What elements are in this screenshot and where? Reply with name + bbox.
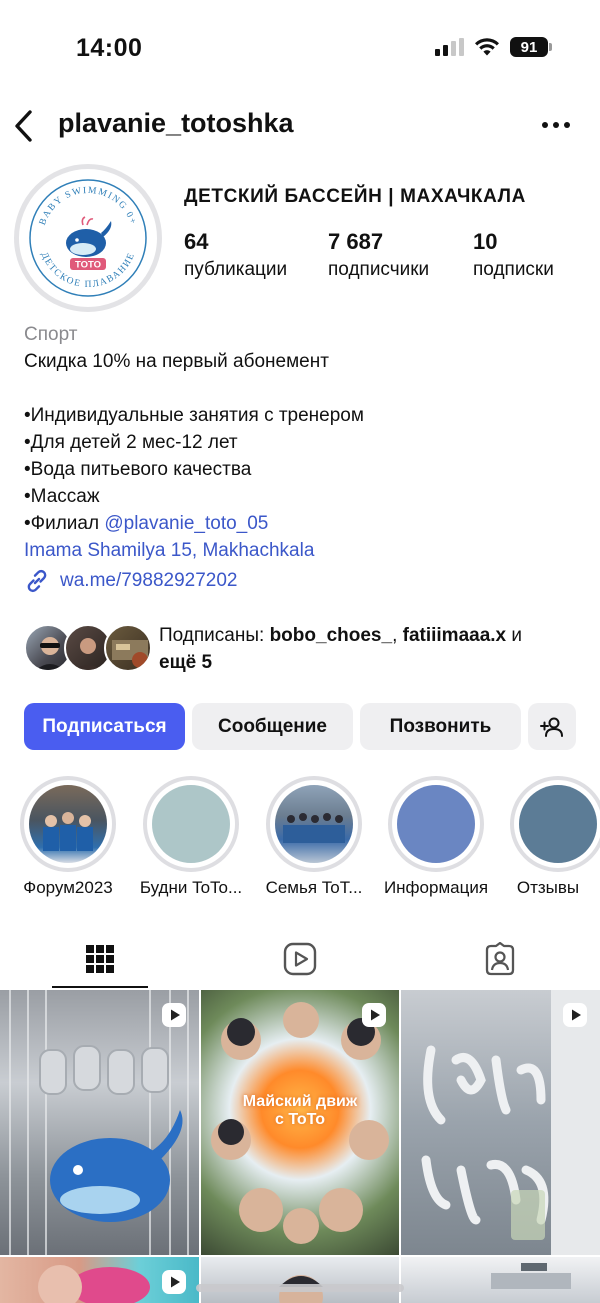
stat-following[interactable]: 10 подписки [473,229,554,281]
chevron-left-icon [15,110,32,142]
profile-display-name: ДЕТСКИЙ БАССЕЙН | МАХАЧКАЛА [184,186,526,207]
follow-button[interactable]: Подписаться [24,703,185,750]
back-button[interactable] [10,108,40,144]
highlight-label: Информация [383,878,489,897]
overlay-line: с ToTo [274,1111,326,1128]
highlight-ring [510,776,600,872]
highlight-cover [275,785,353,863]
battery-icon: 91 [510,37,552,57]
post-thumbnail[interactable]: Майский движ с ToTo [201,990,399,1255]
profile-avatar[interactable]: BABY SWIMMING 0+ ДЕТСКОЕ ПЛАВАНИЕ TOTO [14,164,162,312]
active-tab-indicator [52,986,148,988]
reel-badge-icon [362,1003,386,1027]
posts-grid: Майский движ с ToTo [0,990,600,1303]
cellular-signal-icon [435,38,464,56]
follower-username: fatiiimaaa.x [402,625,507,646]
post-thumbnail[interactable] [0,1257,199,1303]
followed-by[interactable]: Подписаны: bobo_choes_, fatiiimaaa.x и ещ… [24,622,584,678]
external-link-text: wa.me/79882927202 [60,570,238,591]
svg-text:TOTO: TOTO [75,260,101,271]
followed-by-prefix: Подписаны: [159,625,270,646]
reel-badge-icon [563,1003,587,1027]
stat-value: 7 687 [328,229,384,254]
highlight-ring [266,776,362,872]
external-link[interactable]: wa.me/79882927202 [24,568,237,594]
followers-more: ещё 5 [159,652,213,673]
post-overlay-text: Майский движ с ToTo [221,1093,379,1129]
link-icon [27,569,47,593]
more-options-button[interactable] [538,110,574,140]
reel-badge-icon [162,1270,186,1294]
tagged-person-icon [485,942,515,976]
highlight-ring [20,776,116,872]
post-thumbnail[interactable] [0,990,199,1255]
stat-value: 64 [184,229,209,254]
tab-tagged[interactable] [400,930,600,988]
status-indicators: 91 [435,37,552,57]
status-bar: 14:00 91 [0,0,600,96]
bio-branch-line: •Филиал @plavanie_toto_05 [24,510,584,537]
location-link[interactable]: Imama Shamilya 15, Makhachkala [24,537,584,564]
bio-line: Скидка 10% на первый абонемент [24,351,329,372]
tab-reels[interactable] [200,930,400,988]
bio-bullet: •Индивидуальные занятия с тренером [24,405,364,426]
followed-by-text: Подписаны: bobo_choes_, fatiiimaaa.x и ещ… [159,622,589,676]
highlight-cover [29,785,107,863]
page-title: plavanie_totoshka [58,108,294,138]
stat-followers[interactable]: 7 687 подписчики [328,229,429,281]
avatar-logo: BABY SWIMMING 0+ ДЕТСКОЕ ПЛАВАНИЕ TOTO [25,175,151,301]
profile-actions: Подписаться Сообщение Позвонить [24,703,580,751]
follower-username: bobo_choes_ [269,625,393,646]
post-thumbnail[interactable] [401,1257,600,1303]
story-highlights: Форум2023 Будни ToTo... Семья ToT... Инф… [0,776,600,906]
bio-bullet: •Для детей 2 мес-12 лет [24,432,238,453]
bio-branch-prefix: •Филиал [24,513,105,534]
call-button[interactable]: Позвонить [360,703,521,750]
status-time: 14:00 [76,34,143,62]
profile-header: plavanie_totoshka [0,100,600,150]
bio-bullet: •Вода питьевого качества [24,459,252,480]
reels-icon [283,942,317,976]
stat-posts[interactable]: 64 публикации [184,229,287,281]
message-button[interactable]: Сообщение [192,703,353,750]
tab-posts-grid[interactable] [0,930,200,988]
grid-icon [86,945,114,973]
home-indicator [196,1284,404,1292]
reel-badge-icon [162,1003,186,1027]
stat-label: подписчики [328,259,430,280]
highlight-cover [519,785,597,863]
wifi-icon [475,38,499,56]
post-thumbnail[interactable] [201,1257,399,1303]
highlight-cover [152,785,230,863]
highlight-ring [388,776,484,872]
post-thumbnail[interactable] [401,990,600,1255]
profile-tabs [0,930,600,990]
add-person-icon [540,717,563,737]
profile-bio: Спорт Скидка 10% на первый абонемент •Ин… [24,321,584,564]
highlight-ring [143,776,239,872]
suggest-users-button[interactable] [528,703,576,750]
conjunction: и [506,625,523,646]
stat-value: 10 [473,229,498,254]
highlight-label: Форум2023 [23,878,113,897]
highlight-label: Будни ToTo... [139,878,243,897]
highlight-label: Семья ToT... [265,878,363,897]
highlight-label: Отзывы [516,878,580,897]
bio-bullet: •Массаж [24,486,100,507]
highlight-cover [397,785,475,863]
separator: , [392,625,403,646]
branch-mention-link[interactable]: @plavanie_toto_05 [104,513,268,534]
stat-label: публикации [184,259,288,280]
more-dots-icon [542,122,570,128]
profile-category: Спорт [24,324,78,345]
overlay-line: Майский движ [242,1093,358,1110]
stat-label: подписки [473,259,554,280]
follower-avatar [104,624,152,672]
